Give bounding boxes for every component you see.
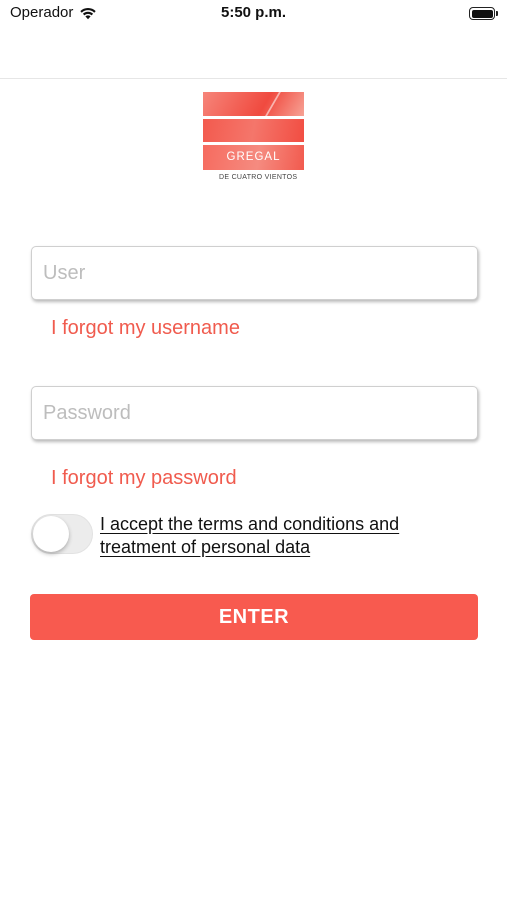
enter-button[interactable]: ENTER	[30, 594, 478, 640]
battery-icon	[469, 7, 498, 20]
status-bar: Operador 5:50 p.m.	[0, 0, 507, 30]
toggle-knob	[33, 516, 69, 552]
forgot-username-link[interactable]: I forgot my username	[51, 317, 240, 340]
logo-stripe-middle	[203, 119, 304, 142]
logo-name: GREGAL	[203, 145, 304, 170]
navigation-bar	[0, 30, 507, 79]
forgot-password-link[interactable]: I forgot my password	[51, 467, 237, 490]
terms-link[interactable]: I accept the terms and conditions and tr…	[100, 513, 440, 559]
gregal-logo: GREGAL DE CUATRO VIENTOS	[203, 92, 305, 186]
status-time: 5:50 p.m.	[220, 4, 287, 21]
user-input[interactable]	[31, 246, 478, 300]
terms-toggle[interactable]	[31, 514, 93, 554]
battery-level	[471, 9, 493, 18]
logo-stripe-top	[203, 92, 304, 116]
login-screen: Operador 5:50 p.m. GREGAL DE CUATRO VIEN…	[0, 0, 507, 900]
logo-subtitle: DE CUATRO VIENTOS	[219, 174, 298, 181]
password-input[interactable]	[31, 386, 478, 440]
